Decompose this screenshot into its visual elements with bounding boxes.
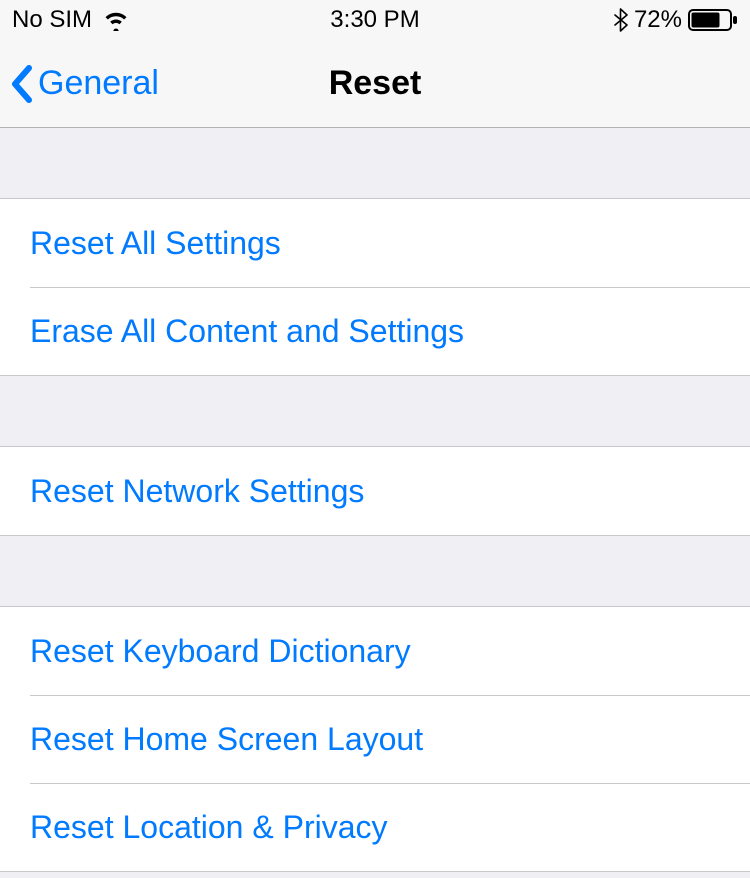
list-group-3: Reset Keyboard Dictionary Reset Home Scr… xyxy=(0,606,750,872)
reset-network-settings[interactable]: Reset Network Settings xyxy=(0,447,750,535)
back-label: General xyxy=(38,64,159,103)
erase-all-content-settings[interactable]: Erase All Content and Settings xyxy=(0,287,750,375)
list-item-label: Reset Network Settings xyxy=(30,473,364,510)
battery-percentage: 72% xyxy=(634,6,682,34)
nav-bar: General Reset xyxy=(0,40,750,128)
wifi-icon xyxy=(102,9,130,31)
reset-home-screen-layout[interactable]: Reset Home Screen Layout xyxy=(0,695,750,783)
list-item-label: Reset Location & Privacy xyxy=(30,809,388,846)
list-group-2: Reset Network Settings xyxy=(0,446,750,536)
list-item-label: Reset Keyboard Dictionary xyxy=(30,633,411,670)
reset-all-settings[interactable]: Reset All Settings xyxy=(0,199,750,287)
group-spacer xyxy=(0,536,750,606)
reset-location-privacy[interactable]: Reset Location & Privacy xyxy=(0,783,750,871)
battery-icon xyxy=(688,9,738,31)
list-item-label: Reset Home Screen Layout xyxy=(30,721,423,758)
status-right: 72% xyxy=(614,6,738,34)
status-time: 3:30 PM xyxy=(330,6,419,34)
list-group-1: Reset All Settings Erase All Content and… xyxy=(0,198,750,376)
back-button[interactable]: General xyxy=(0,64,159,104)
carrier-label: No SIM xyxy=(12,6,92,34)
page-title: Reset xyxy=(329,64,422,103)
status-left: No SIM xyxy=(12,6,130,34)
group-spacer xyxy=(0,128,750,198)
chevron-left-icon xyxy=(10,64,34,104)
list-item-label: Erase All Content and Settings xyxy=(30,313,464,350)
reset-keyboard-dictionary[interactable]: Reset Keyboard Dictionary xyxy=(0,607,750,695)
bluetooth-icon xyxy=(614,8,628,32)
status-bar: No SIM 3:30 PM 72% xyxy=(0,0,750,40)
list-item-label: Reset All Settings xyxy=(30,225,281,262)
group-spacer xyxy=(0,376,750,446)
